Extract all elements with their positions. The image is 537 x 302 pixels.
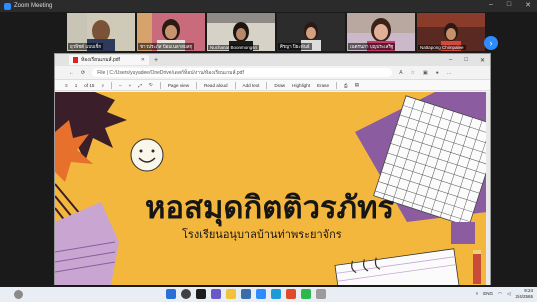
read-aloud-button[interactable]: Read aloud [204, 83, 228, 88]
highlight-button[interactable]: Highlight [292, 83, 310, 88]
participant-tile[interactable]: Nuchanat Boonmongsri [207, 13, 275, 51]
wifi-icon[interactable]: ◠ [498, 291, 502, 297]
close-button[interactable]: ✕ [525, 1, 531, 9]
system-tray: ˄ ENG ◠ ◁ 9:24 2/4/2565 [476, 288, 533, 299]
settings-icon[interactable] [316, 289, 326, 299]
task-view-icon[interactable] [196, 289, 206, 299]
profile-icon[interactable]: ● [436, 70, 439, 76]
divider [111, 81, 113, 89]
favorite-icon[interactable]: ☆ [411, 70, 415, 76]
collections-icon[interactable]: ▣ [423, 70, 428, 76]
rotate-icon[interactable]: ↻ [149, 82, 153, 88]
more-icon[interactable]: … [447, 70, 452, 76]
participant-name: ศิรญา ปิยะพันธ์ [278, 43, 312, 50]
tab-bar: ห้องเรียนเกมส์.pdf ✕ + – □ ✕ [55, 54, 490, 66]
back-icon[interactable]: ← [69, 70, 74, 76]
taskbar-apps [166, 289, 326, 299]
participant-name: Nuchanat Boonmongsri [208, 45, 260, 50]
search-icon[interactable]: ⌕ [101, 83, 104, 88]
erase-button[interactable]: Erase [317, 83, 329, 88]
divider [266, 81, 268, 89]
notebook-shape [334, 248, 460, 285]
start-icon[interactable] [166, 289, 176, 299]
pencil-shape [473, 250, 481, 284]
pdf-toolbar: ≡ 1 of 15 ⌕ – + ⤢ ↻ Page view Read aloud… [55, 79, 490, 91]
zoom-in-button[interactable]: + [129, 83, 132, 88]
participant-tile[interactable]: ยุวพิชต์ แบบเช็ก [67, 13, 135, 51]
divider [234, 81, 236, 89]
tab-pdf[interactable]: ห้องเรียนเกมส์.pdf ✕ [69, 55, 149, 65]
participant-name: ยุวพิชต์ แบบเช็ก [68, 43, 104, 50]
clock[interactable]: 9:24 2/4/2565 [515, 288, 533, 299]
search-icon[interactable] [181, 289, 191, 299]
fit-icon[interactable]: ⤢ [138, 83, 142, 88]
smiley-eye [151, 149, 155, 153]
maximize-button[interactable]: □ [507, 1, 511, 9]
screen: Zoom Meeting – □ ✕ ยุวพิชต์ แบบเช็ก ชาวป… [0, 0, 537, 302]
toc-icon[interactable]: ≡ [65, 83, 68, 88]
zoom-window-title: Zoom Meeting [14, 3, 53, 9]
pdf-file-icon [73, 57, 78, 63]
draw-button[interactable]: Draw [274, 83, 285, 88]
chrome-icon[interactable] [286, 289, 296, 299]
browser-minimize-button[interactable]: – [449, 57, 452, 64]
zoom-out-button[interactable]: – [119, 83, 122, 88]
browser-maximize-button[interactable]: □ [464, 57, 468, 64]
divider [336, 81, 338, 89]
next-page-arrow-icon[interactable]: › [484, 36, 498, 50]
participant-tile[interactable]: เนตรนภา บุญประเสริฐ [347, 13, 415, 51]
page-view-button[interactable]: Page view [168, 83, 189, 88]
language-indicator[interactable]: ENG [483, 291, 493, 296]
save-icon[interactable]: ▤ [355, 82, 359, 88]
slide-subtitle: โรงเรียนอนุบาลบ้านท่าพระยาจักร [182, 228, 342, 241]
address-row: ← ⟳ File | C:/Users/yuyadee/OneDrive/เดส… [55, 66, 490, 79]
page-total: of 15 [84, 82, 95, 88]
line-icon[interactable] [301, 289, 311, 299]
new-tab-button[interactable]: + [154, 57, 158, 64]
browser-close-button[interactable]: ✕ [480, 57, 485, 64]
address-bar[interactable]: File | C:/Users/yuyadee/OneDrive/เดสก์ท็… [92, 68, 393, 77]
refresh-icon[interactable]: ⟳ [81, 70, 85, 76]
read-mode-icon[interactable]: A [399, 70, 402, 76]
divider [159, 81, 161, 89]
participant-name: ชาวประภัส ป้อมเนลาสมสกุ [138, 43, 195, 50]
purple-square [451, 222, 475, 244]
purple-block-left [55, 202, 119, 285]
participant-name: เนตรนภา บุญประเสริฐ [348, 43, 396, 50]
participant-name: Nattapong Chimpalee [418, 45, 466, 50]
participant-tile[interactable]: Nattapong Chimpalee [417, 13, 485, 51]
minimize-button[interactable]: – [489, 1, 493, 9]
divider [196, 81, 198, 89]
tab-label: ห้องเรียนเกมส์.pdf [81, 57, 120, 63]
taskbar: ˄ ENG ◠ ◁ 9:24 2/4/2565 [0, 287, 537, 302]
url-text: File | C:/Users/yuyadee/OneDrive/เดสก์ท็… [97, 69, 244, 76]
participant-strip: ยุวพิชต์ แบบเช็ก ชาวประภัส ป้อมเนลาสมสกุ… [0, 12, 537, 52]
weather-icon[interactable] [14, 290, 23, 299]
participant-tile[interactable]: ชาวประภัส ป้อมเนลาสมสกุ [137, 13, 205, 51]
chevron-up-icon[interactable]: ˄ [476, 291, 479, 296]
participant-tile[interactable]: ศิรญา ปิยะพันธ์ [277, 13, 345, 51]
add-text-button[interactable]: Add text [243, 83, 260, 88]
chat-icon[interactable] [211, 289, 221, 299]
browser-window: ห้องเรียนเกมส์.pdf ✕ + – □ ✕ ← ⟳ File | … [54, 53, 491, 285]
print-icon[interactable]: ⎙ [344, 83, 348, 88]
file-explorer-icon[interactable] [226, 289, 236, 299]
tab-close-icon[interactable]: ✕ [141, 57, 145, 63]
vertical-scrollbar[interactable] [486, 92, 490, 285]
smiley-eye [139, 149, 143, 153]
pdf-page: หอสมุดกิตติวรภัทร โรงเรียนอนุบาลบ้านท่าพ… [55, 92, 487, 285]
zoom-app-icon[interactable] [256, 289, 266, 299]
smiley-face-icon [130, 138, 164, 172]
edge-icon[interactable] [271, 289, 281, 299]
zoom-title-bar: Zoom Meeting – □ ✕ [0, 0, 537, 12]
page-number-input[interactable]: 1 [75, 83, 78, 88]
clock-date: 2/4/2565 [515, 293, 533, 299]
zoom-logo-icon [4, 2, 11, 10]
volume-icon[interactable]: ◁ [507, 291, 510, 297]
store-icon[interactable] [241, 289, 251, 299]
